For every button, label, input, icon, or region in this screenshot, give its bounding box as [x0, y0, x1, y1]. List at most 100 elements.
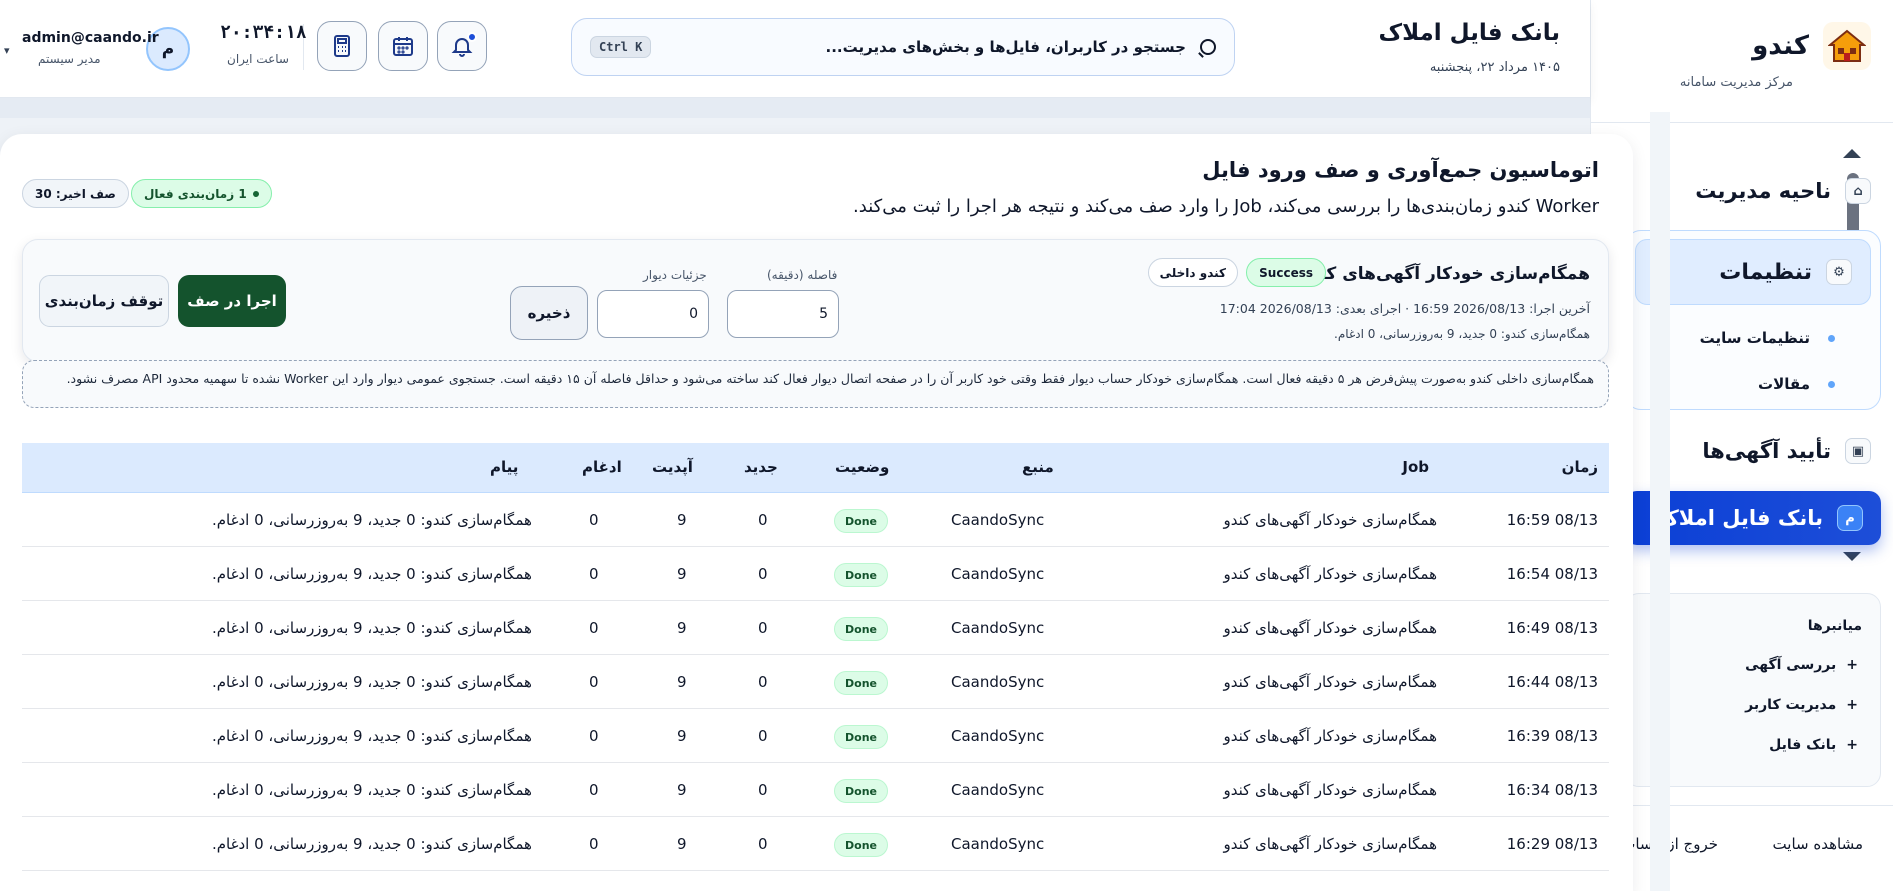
main-scrollbar-track[interactable]	[1650, 112, 1670, 891]
sidebar-subitem-site-settings[interactable]: تنظیمات سایت	[1700, 329, 1835, 347]
brand[interactable]: کندو	[1752, 22, 1871, 70]
cell-message: همگام‌سازی کندو: 0 جدید، 9 به‌روزرسانی، …	[212, 565, 532, 583]
column-header-time[interactable]: زمان	[1562, 458, 1598, 476]
plus-icon: +	[1846, 657, 1858, 673]
search-input[interactable]: جستجو در کاربران، فایل‌ها و بخش‌های مدیر…	[665, 38, 1186, 56]
source-badge: کندو داخلی	[1147, 258, 1238, 287]
table-row[interactable]: 16:49 08/13 همگام‌سازی خودکار آگهی‌های ک…	[22, 601, 1609, 655]
job-last-result: همگام‌سازی کندو: 0 جدید، 9 به‌روزرسانی، …	[1334, 327, 1590, 341]
sidebar: کندو مرکز مدیریت سامانه ⌂ ناحیه مدیریت ⚙…	[1590, 0, 1893, 891]
user-role: مدیر سیستم	[38, 52, 101, 66]
sidebar-item-label: تنظیمات	[1719, 259, 1812, 285]
cell-updated: 9	[677, 727, 687, 745]
column-header-source[interactable]: منبع	[1022, 458, 1054, 476]
header-shadow-strip	[0, 98, 1590, 118]
status-badge: Done	[834, 671, 888, 695]
brand-subtitle: مرکز مدیریت سامانه	[1679, 75, 1793, 90]
cell-new: 0	[758, 511, 768, 529]
cell-merged: 0	[589, 565, 599, 583]
column-header-status[interactable]: وضعیت	[835, 458, 889, 476]
cell-time: 16:54 08/13	[1506, 565, 1598, 583]
cell-source: CaandoSync	[951, 781, 1045, 799]
sidebar-item-label: بانک فایل املاک	[1657, 506, 1823, 530]
panel-description: Worker کندو زمان‌بندی‌ها را بررسی می‌کند…	[853, 196, 1599, 217]
bullet-icon	[1828, 334, 1835, 342]
page-date: ۱۴۰۵ مرداد ۲۲، پنجشنبه	[1429, 60, 1560, 75]
cell-source: CaandoSync	[951, 727, 1045, 745]
column-header-message[interactable]: پیام	[490, 458, 518, 476]
job-card: همگام‌سازی خودکار آگهی‌های کندو Success …	[22, 239, 1609, 362]
table-row[interactable]: 16:39 08/13 همگام‌سازی خودکار آگهی‌های ک…	[22, 709, 1609, 763]
cell-merged: 0	[589, 727, 599, 745]
job-title: همگام‌سازی خودکار آگهی‌های کندو	[1299, 264, 1590, 284]
job-runs-table: زمان Job منبع وضعیت جدید آپدیت ادغام پیا…	[22, 443, 1609, 871]
table-row[interactable]: 16:34 08/13 همگام‌سازی خودکار آگهی‌های ک…	[22, 763, 1609, 817]
sidebar-item-admin-area[interactable]: ⌂ ناحیه مدیریت	[1695, 178, 1871, 204]
sidebar-item-settings[interactable]: ⚙ تنظیمات	[1635, 239, 1871, 305]
badge-label: 1 زمان‌بندی فعال	[144, 186, 247, 201]
column-header-updated[interactable]: آپدیت	[652, 458, 693, 476]
search-icon	[1200, 39, 1216, 55]
shortcut-user-management[interactable]: + مدیریت کاربر	[1745, 697, 1858, 713]
column-header-new[interactable]: جدید	[744, 458, 778, 476]
column-header-job[interactable]: Job	[1402, 458, 1429, 476]
cell-merged: 0	[589, 619, 599, 637]
sidebar-subitem-label: مقالات	[1758, 375, 1810, 393]
cell-source: CaandoSync	[951, 511, 1045, 529]
cell-message: همگام‌سازی کندو: 0 جدید، 9 به‌روزرسانی، …	[212, 835, 532, 853]
shortcut-label: بررسی آگهی	[1745, 657, 1837, 673]
interval-input[interactable]: 5	[727, 290, 839, 338]
notifications-button[interactable]	[437, 21, 487, 71]
cell-job: همگام‌سازی خودکار آگهی‌های کندو	[1223, 673, 1437, 691]
user-email[interactable]: admin@caando.ir	[22, 30, 159, 46]
status-badge: Done	[834, 779, 888, 803]
cell-message: همگام‌سازی کندو: 0 جدید، 9 به‌روزرسانی، …	[212, 673, 532, 691]
status-badge: Success	[1246, 258, 1326, 287]
cell-updated: 9	[677, 511, 687, 529]
scroll-up-arrow-icon[interactable]	[1843, 149, 1861, 158]
shortcut-review-ad[interactable]: + بررسی آگهی	[1745, 657, 1858, 673]
table-row[interactable]: 16:54 08/13 همگام‌سازی خودکار آگهی‌های ک…	[22, 547, 1609, 601]
divar-details-input[interactable]: 0	[597, 290, 709, 338]
shortcut-property-bank[interactable]: + بانک فایل	[1769, 737, 1858, 753]
search-bar[interactable]: جستجو در کاربران، فایل‌ها و بخش‌های مدیر…	[571, 18, 1235, 76]
view-site-link[interactable]: مشاهده سایت	[1773, 835, 1863, 853]
cell-time: 16:34 08/13	[1506, 781, 1598, 799]
cell-new: 0	[758, 835, 768, 853]
table-row[interactable]: 16:59 08/13 همگام‌سازی خودکار آگهی‌های ک…	[22, 493, 1609, 547]
cell-merged: 0	[589, 673, 599, 691]
table-row[interactable]: 16:29 08/13 همگام‌سازی خودکار آگهی‌های ک…	[22, 817, 1609, 871]
calculator-button[interactable]	[317, 21, 367, 71]
cell-updated: 9	[677, 619, 687, 637]
table-row[interactable]: 16:44 08/13 همگام‌سازی خودکار آگهی‌های ک…	[22, 655, 1609, 709]
column-header-merged[interactable]: ادغام	[582, 458, 622, 476]
info-note: همگام‌سازی داخلی کندو به‌صورت پیش‌فرض هر…	[22, 360, 1609, 408]
status-badge: Done	[834, 833, 888, 857]
cell-new: 0	[758, 673, 768, 691]
divider	[1590, 122, 1893, 123]
cell-updated: 9	[677, 781, 687, 799]
gear-icon: ⚙	[1826, 259, 1852, 285]
run-in-queue-button[interactable]: اجرا در صف	[178, 275, 286, 327]
cell-time: 16:44 08/13	[1506, 673, 1598, 691]
calendar-button[interactable]	[378, 21, 428, 71]
save-button[interactable]: ذخیره	[510, 286, 588, 340]
sidebar-item-ad-approval[interactable]: ▣ تأیید آگهی‌ها	[1702, 438, 1871, 464]
list-check-icon: ▣	[1845, 438, 1871, 464]
status-badge: Done	[834, 563, 888, 587]
bullet-icon	[1828, 380, 1835, 388]
cell-updated: 9	[677, 565, 687, 583]
stop-schedule-button[interactable]: توقف زمان‌بندی	[39, 275, 169, 327]
cell-updated: 9	[677, 673, 687, 691]
sidebar-subitem-articles[interactable]: مقالات	[1758, 375, 1835, 393]
table-header: زمان Job منبع وضعیت جدید آپدیت ادغام پیا…	[22, 443, 1609, 493]
chevron-down-icon[interactable]: ▾	[4, 44, 10, 57]
cell-updated: 9	[677, 835, 687, 853]
divider	[1590, 805, 1893, 806]
cell-source: CaandoSync	[951, 619, 1045, 637]
scroll-down-arrow-icon[interactable]	[1843, 552, 1861, 561]
cell-merged: 0	[589, 511, 599, 529]
cell-job: همگام‌سازی خودکار آگهی‌های کندو	[1223, 619, 1437, 637]
cell-source: CaandoSync	[951, 673, 1045, 691]
status-dot-icon	[252, 190, 259, 197]
